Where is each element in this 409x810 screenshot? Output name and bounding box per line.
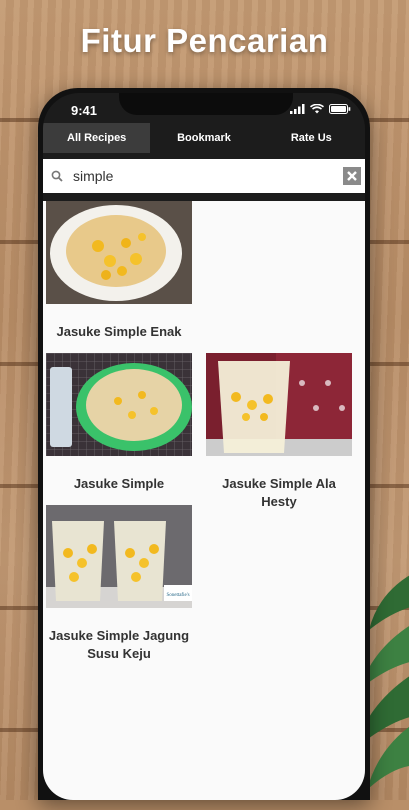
recipe-title: Jasuke Simple Ala Hesty — [222, 476, 336, 509]
recipe-title: Jasuke Simple Jagung Susu Keju — [48, 628, 190, 661]
recipe-card[interactable]: Sonettafie's Jasuke Simple Jagung Susu K… — [46, 505, 192, 663]
tab-bookmark[interactable]: Bookmark — [150, 123, 257, 153]
tab-rate-us[interactable]: Rate Us — [258, 123, 365, 153]
tab-bar: All Recipes Bookmark Rate Us — [43, 123, 365, 153]
tab-all-recipes[interactable]: All Recipes — [43, 123, 151, 153]
search-icon — [51, 170, 63, 182]
hero-title: Fitur Pencarian — [80, 22, 329, 59]
recipe-image-corn-cheese-green-bowl — [46, 353, 192, 456]
recipe-card[interactable]: Jasuke Simple Ala Hesty — [206, 353, 352, 511]
recipe-results: Jasuke Simple Enak Jasuke Simple Jasuke … — [43, 201, 365, 800]
wifi-icon — [310, 104, 324, 114]
watermark-text: Sonettafie's — [166, 593, 189, 598]
search-input[interactable]: simple — [73, 168, 113, 184]
recipe-image-corn-milk-glasses: Sonettafie's — [46, 505, 192, 608]
recipe-image-corn-cheese-bowl — [46, 201, 192, 304]
recipe-card[interactable]: Jasuke Simple Enak — [46, 201, 192, 341]
status-bar: 9:41 — [43, 101, 365, 121]
clear-search-button[interactable] — [343, 167, 361, 185]
recipe-image-corn-cheese-glass — [206, 353, 352, 456]
recipe-title: Jasuke Simple — [73, 476, 165, 491]
recipe-title: Jasuke Simple Enak — [56, 324, 182, 339]
battery-icon — [329, 104, 351, 114]
phone-screen: 9:41 All Recipes Bookmark Rate Us simple… — [43, 93, 365, 800]
signal-icon — [290, 104, 305, 114]
close-icon — [347, 171, 357, 181]
status-time: 9:41 — [71, 103, 98, 118]
recipe-card[interactable]: Jasuke Simple — [46, 353, 192, 493]
phone-frame: 9:41 All Recipes Bookmark Rate Us simple… — [38, 88, 370, 800]
search-bar[interactable]: simple — [43, 159, 365, 193]
